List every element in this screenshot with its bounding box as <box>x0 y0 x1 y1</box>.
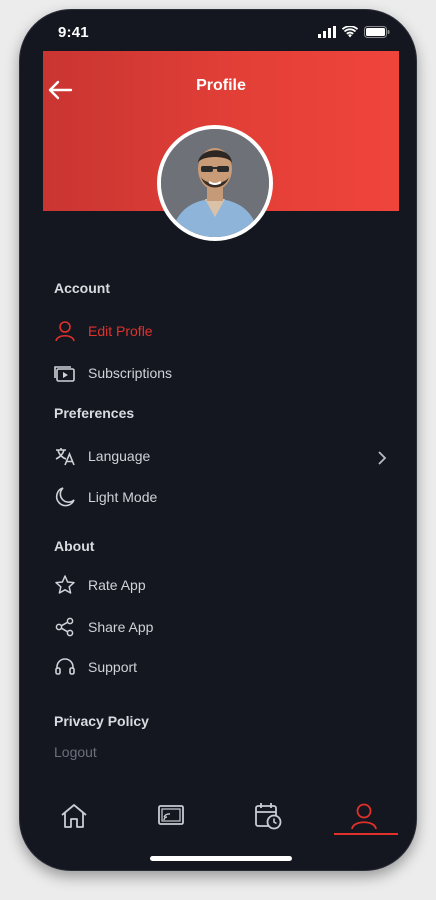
status-bar: 9:41 <box>20 10 416 54</box>
section-about: About <box>54 538 95 554</box>
page-title: Profile <box>196 77 246 94</box>
menu-item-rate-app[interactable]: Rate App <box>54 573 146 597</box>
tab-cast[interactable] <box>151 800 191 832</box>
menu-item-light-mode[interactable]: Light Mode <box>54 485 157 509</box>
translate-icon <box>54 445 76 467</box>
wifi-icon <box>342 26 358 38</box>
menu-item-label: Rate App <box>88 577 146 593</box>
section-preferences: Preferences <box>54 405 135 421</box>
chevron-right-icon <box>378 451 387 465</box>
home-indicator <box>150 856 292 861</box>
menu-item-label: Edit Profle <box>88 323 153 339</box>
star-icon <box>54 574 76 596</box>
avatar-photo <box>161 129 269 237</box>
tab-profile[interactable] <box>344 800 384 832</box>
calendar-clock-icon <box>255 803 282 830</box>
menu-item-edit-profile[interactable]: Edit Profle <box>54 319 153 343</box>
signal-icon <box>318 26 336 38</box>
phone-frame: 9:41 Profile Account Edit Profle Subscri… <box>19 9 417 871</box>
avatar[interactable] <box>157 125 273 241</box>
user-icon <box>54 320 76 342</box>
status-icons <box>318 26 390 38</box>
share-icon <box>54 616 76 638</box>
menu-item-label: Language <box>88 448 151 464</box>
menu-item-label: Subscriptions <box>88 365 173 381</box>
subscriptions-icon <box>54 362 76 384</box>
menu-item-language[interactable]: Language <box>54 444 150 468</box>
section-account: Account <box>54 280 110 296</box>
menu-item-share-app[interactable]: Share App <box>54 615 153 639</box>
tab-home[interactable] <box>54 800 94 832</box>
battery-icon <box>364 26 390 38</box>
logout-button[interactable]: Logout <box>54 744 97 760</box>
menu-item-support[interactable]: Support <box>54 655 137 679</box>
menu-item-subscriptions[interactable]: Subscriptions <box>54 361 172 385</box>
menu-item-label: Support <box>88 659 138 675</box>
tab-schedule[interactable] <box>248 800 288 832</box>
moon-icon <box>54 486 76 508</box>
headset-icon <box>54 656 76 678</box>
active-tab-indicator <box>334 833 398 835</box>
status-time: 9:41 <box>58 24 89 41</box>
privacy-policy-link[interactable]: Privacy Policy <box>54 713 149 729</box>
cast-icon <box>158 805 184 825</box>
home-icon <box>61 804 87 828</box>
profile-icon <box>351 803 377 830</box>
menu-item-label: Share App <box>88 619 154 635</box>
menu-item-label: Light Mode <box>88 489 158 505</box>
